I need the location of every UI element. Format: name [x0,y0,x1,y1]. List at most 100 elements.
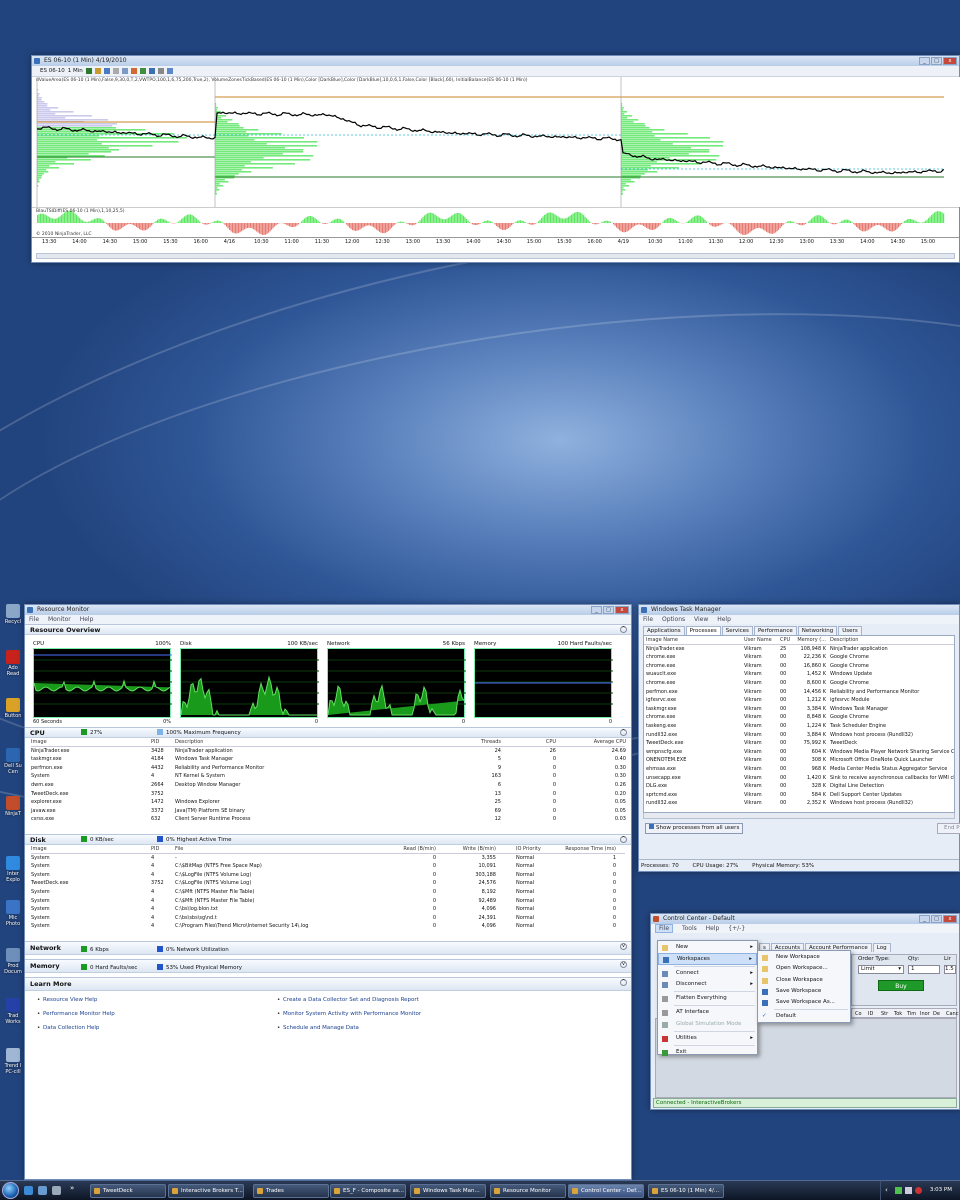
taskbar-button-interactive-brokers-t[interactable]: Interactive Brokers T... [168,1184,244,1198]
table-row[interactable]: csrss.exe 632 Client Server Runtime Proces… [31,815,626,824]
desktop-icon-6[interactable]: Mic Photo [2,900,24,927]
table-row[interactable]: System 4 NT Kernel & System 163 0 0.30 [31,772,626,781]
column-header-memory[interactable]: Memory (... [796,636,826,645]
table-row[interactable]: unsecapp.exe Vikram 00 1,420 K Sink to recei… [644,774,954,783]
oscillator-panel[interactable]: BlauTSIDiff(ES 06-10 (1 Min),1,10,25,5) … [32,207,959,237]
table-row[interactable]: System 4 C:\Program Files\Trend Micro\Inte… [31,922,625,931]
order-type-select[interactable]: Limit ▾ [858,965,904,974]
quicklaunch-switch-icon[interactable] [52,1186,61,1195]
start-button[interactable] [2,1182,19,1199]
column-header-cpu[interactable]: CPU [531,738,556,747]
table-row[interactable]: TweetDeck.exe Vikram 00 75,992 K TweetDeck [644,739,954,748]
chart-scrollbar[interactable] [36,253,955,259]
desktop-icon-2[interactable]: Button [2,698,24,719]
menu-item-connect[interactable]: Connect ▸ [658,968,757,979]
column-header-threads[interactable]: Threads [471,738,501,747]
column-header-write-b-min[interactable]: Write (B/min) [451,845,496,854]
menu-item-at-interface[interactable]: AT Interface [658,1007,757,1018]
column-header-file[interactable]: File [175,845,183,854]
indicators-icon[interactable] [130,68,137,74]
desktop-icon-8[interactable]: Trad Works [2,998,24,1025]
clock[interactable]: 3:03 PM [930,1187,952,1193]
table-row[interactable]: System 4 C:\bs\log.blon.txt 0 4,096 Normal 0 [31,905,625,914]
menu-view[interactable]: View [694,616,708,623]
table-row[interactable]: chrome.exe Vikram 00 16,860 K Google Chrome [644,662,954,671]
cpu-section-header[interactable]: CPU 27% 100% Maximum Frequency ^ [25,727,631,738]
disk-section-header[interactable]: Disk 0 KB/sec 0% Highest Active Time ^ [25,834,631,845]
table-row[interactable]: System 4 C:\bs\sbs\sg\nd.t 0 24,391 Normal 0 [31,914,625,923]
column-header-cpu[interactable]: CPU [780,636,790,645]
tray-security-icon[interactable] [915,1187,922,1194]
taskbar-button-trades[interactable]: Trades [253,1184,329,1198]
close-button[interactable]: x [943,915,957,923]
menu-tools[interactable]: Tools [682,925,697,932]
overview-header[interactable]: Resource Overview ^ [25,624,631,635]
zoom-icon[interactable] [121,68,128,74]
help-link[interactable]: Performance Monitor Help [43,1011,115,1017]
maximize-button[interactable]: □ [931,915,942,923]
maximize-button[interactable]: □ [603,606,614,614]
help-link[interactable]: Data Collection Help [43,1025,99,1031]
menu-toggle[interactable]: {+/-} [728,925,745,932]
pencil-icon[interactable] [94,68,101,74]
tab-users[interactable]: Users [838,626,862,635]
menu-help[interactable]: Help [80,616,94,623]
quicklaunch-desktop-icon[interactable] [38,1186,47,1195]
desktop-icon-1[interactable]: Ado Read [2,650,24,677]
expand-icon[interactable]: v [620,943,627,950]
desktop-icon-9[interactable]: Trend I PC-cill [2,1048,24,1075]
column-header-image-name[interactable]: Image Name [646,636,678,645]
qty-stepper[interactable]: 1 [908,965,940,974]
draw-tool-icon[interactable] [103,68,110,74]
quicklaunch-more-icon[interactable]: » [70,1184,74,1192]
tray-network-icon[interactable] [895,1187,902,1194]
table-row[interactable]: System 4 C:\$Mft (NTFS Master File Table) 0… [31,888,625,897]
quicklaunch-ie-icon[interactable] [24,1186,33,1195]
menu-item-close-workspace[interactable]: Close Workspace [758,975,850,986]
table-row[interactable]: wuauclt.exe Vikram 00 1,452 K Windows Update [644,670,954,679]
menu-file[interactable]: File [643,616,653,623]
price-panel[interactable]: dValueArea(ES 06-10 (1 Min),False,9,30,0… [32,77,960,207]
table-row[interactable]: NinjaTrader.exe Vikram 25 108,948 K NinjaTra… [644,645,954,654]
table-row[interactable]: perfmon.exe Vikram 00 14,456 K Reliability a… [644,688,954,697]
expand-icon[interactable]: v [620,961,627,968]
table-row[interactable]: chrome.exe Vikram 00 8,848 K Google Chrome [644,713,954,722]
menu-file[interactable]: File [655,924,674,933]
column-header-description[interactable]: Description [830,636,858,645]
show-all-processes-button[interactable]: Show processes from all users [645,823,744,834]
column-header-user-name[interactable]: User Name [744,636,772,645]
buy-button[interactable]: Buy [878,980,924,991]
network-section-header[interactable]: Network 6 Kbps 0% Network Utilization v [25,941,631,955]
menu-monitor[interactable]: Monitor [48,616,71,623]
taskbar-button-es-f-composite-as[interactable]: ES_F - Composite as... [330,1184,406,1198]
column-header-average-cpu[interactable]: Average CPU [581,738,626,747]
template-icon[interactable] [166,68,173,74]
column-header-pid[interactable]: PID [151,738,159,747]
menu-help[interactable]: Help [706,925,720,932]
table-row[interactable]: NinjaTrader.exe 3428 NinjaTrader applicati… [31,747,626,756]
taskbar-button-resource-monitor[interactable]: Resource Monitor [490,1184,566,1198]
table-row[interactable]: ONENOTEM.EXE Vikram 00 308 K Microsoft Offic… [644,756,954,765]
table-row[interactable]: System 4 C:\$BitMap (NTFS Free Space Map) 0… [31,862,625,871]
tray-chevron-icon[interactable]: ‹ [885,1186,888,1194]
help-link[interactable]: Monitor System Activity with Performance… [283,1011,421,1017]
table-row[interactable]: DLG.exe Vikram 00 328 K Digital Line Detecti… [644,782,954,791]
menu-item-save-workspace[interactable]: Save Workspace [758,986,850,997]
table-row[interactable]: System 4 - 0 3,355 Normal 1 [31,854,625,863]
column-header-read-b-min[interactable]: Read (B/min) [381,845,436,854]
collapse-icon[interactable]: ^ [620,979,627,986]
table-row[interactable]: System 4 C:\$Mft (NTFS Master File Table) 0… [31,897,625,906]
menu-item-workspaces[interactable]: Workspaces ▸ [658,953,757,965]
data-box-icon[interactable] [157,68,164,74]
tab-services[interactable]: Services [721,626,753,635]
collapse-icon[interactable]: ^ [620,836,627,843]
menu-item-exit[interactable]: Exit [658,1047,757,1058]
table-row[interactable]: wmpnscfg.exe Vikram 00 604 K Windows Media P… [644,748,954,757]
column-header-image[interactable]: Image [31,845,47,854]
maximize-button[interactable]: □ [931,57,942,65]
taskbar-button-tweetdeck[interactable]: TweetDeck [90,1184,166,1198]
taskbar-button-control-center-def[interactable]: Control Center - Def... [568,1184,644,1198]
table-row[interactable]: TweetDeck.exe 3752 13 0 0.20 [31,790,626,799]
tab-applications[interactable]: Applications [643,626,685,635]
tab-networking[interactable]: Networking [797,626,838,635]
